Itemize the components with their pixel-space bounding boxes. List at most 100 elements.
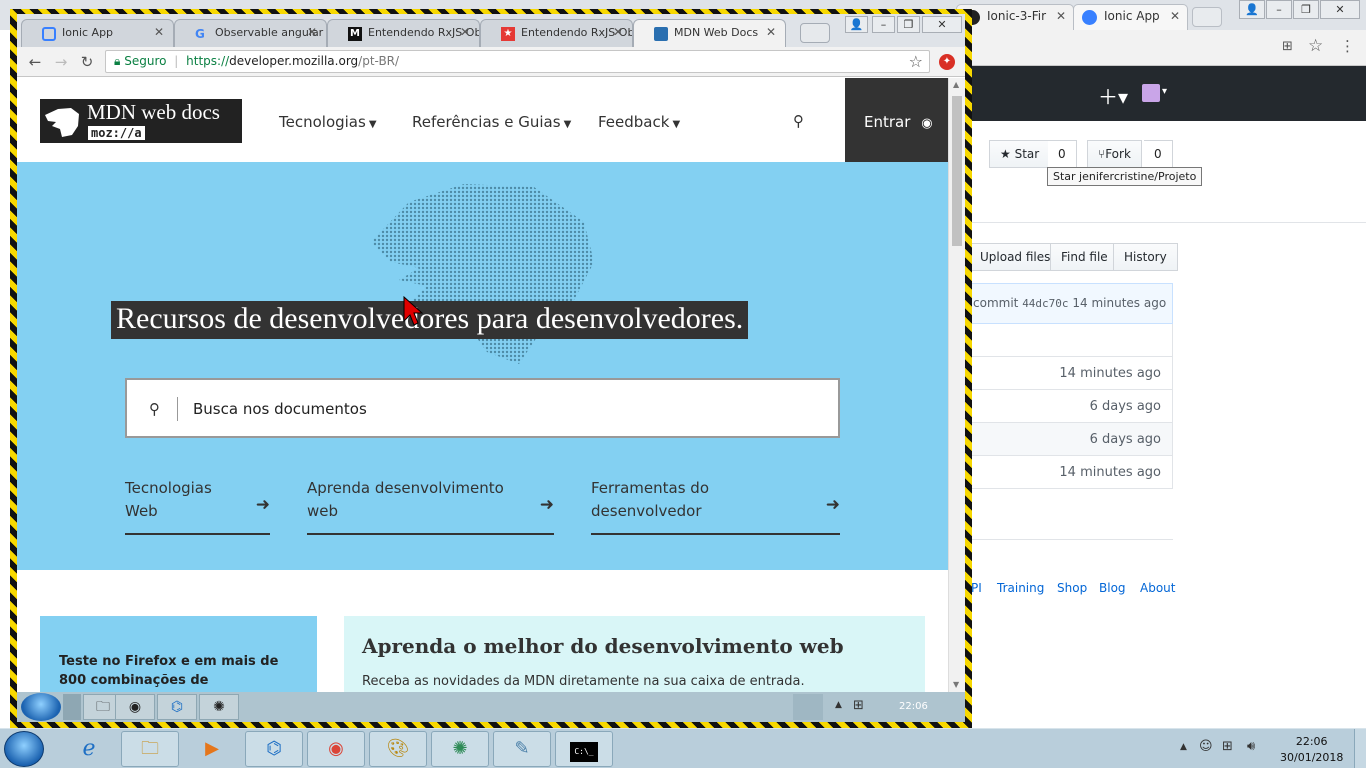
forward-icon[interactable]: → — [51, 52, 71, 72]
tray-expand-icon[interactable]: ▲ — [1180, 742, 1187, 752]
bookmark-star-icon[interactable]: ☆ — [1308, 36, 1323, 56]
tray-app-icon[interactable]: ☺ — [1199, 739, 1213, 754]
start-button[interactable] — [4, 731, 44, 767]
address-bar[interactable]: 🔒︎ Seguro | https://developer.mozilla.or… — [105, 50, 930, 73]
system-clock[interactable]: 22:06 30/01/2018 — [1280, 734, 1343, 766]
minimize-button[interactable]: – — [1266, 0, 1292, 19]
avatar[interactable] — [1142, 84, 1160, 102]
background-tab[interactable]: Ionic-3-Fir ✕ — [956, 4, 1074, 30]
translate-icon[interactable]: ⊞ — [1282, 39, 1293, 54]
profile-icon[interactable]: 👤 — [845, 16, 868, 33]
reload-icon[interactable]: ↻ — [77, 52, 97, 72]
fork-label: Fork — [1105, 147, 1131, 161]
close-icon[interactable]: ✕ — [460, 25, 470, 39]
media-player-icon[interactable]: ▶ — [183, 731, 241, 767]
secure-label: Seguro — [124, 54, 167, 68]
back-icon[interactable]: ← — [25, 52, 45, 72]
star-count[interactable]: 0 — [1048, 140, 1077, 168]
menu-icon[interactable]: ⋮ — [1340, 37, 1355, 55]
notepad-icon[interactable]: ✎ — [493, 731, 551, 767]
nav-referencias-guias[interactable]: Referências e Guias ▼ — [412, 113, 571, 131]
fork-button[interactable]: ⑂Fork — [1087, 140, 1142, 168]
restore-button[interactable]: ❐ — [897, 16, 920, 33]
file-explorer-icon[interactable]: 🗀 — [121, 731, 179, 767]
paint-icon[interactable]: 🎨︎ — [369, 731, 427, 767]
network-icon[interactable]: ⊞ — [1222, 739, 1233, 754]
newsletter-title: Aprenda o melhor do desenvolvimento web — [362, 634, 844, 658]
vscode-icon[interactable]: ⌬ — [157, 694, 197, 720]
plus-icon[interactable]: ＋▾ — [1098, 81, 1128, 110]
volume-icon[interactable]: 🔊︎ — [1247, 739, 1255, 754]
page-scrollbar[interactable]: ▲ ▼ — [948, 78, 965, 692]
close-window-button[interactable]: ✕ — [922, 16, 962, 33]
close-icon[interactable]: ✕ — [1170, 9, 1180, 23]
close-icon[interactable]: ✕ — [1056, 9, 1066, 23]
inner-clock[interactable]: 22:06 — [899, 701, 928, 712]
history-button[interactable]: History — [1113, 243, 1178, 271]
chevron-down-icon[interactable]: ▾ — [1162, 86, 1167, 97]
loading-icon[interactable]: ✺ — [431, 731, 489, 767]
link-tecnologias-web[interactable]: Tecnologias Web ➜ — [125, 477, 270, 535]
loading-icon[interactable]: ✺ — [199, 694, 239, 720]
tray-expand-icon[interactable]: ▲ — [835, 700, 842, 710]
extension-icon[interactable]: ✦ — [939, 54, 955, 70]
network-icon[interactable]: ⊞ — [853, 698, 864, 713]
tooltip: Star jenifercristine/Projeto — [1047, 167, 1203, 186]
inner-start-button[interactable] — [21, 693, 61, 721]
github-header: ＋▾ ▾ — [970, 66, 1366, 121]
close-icon[interactable]: ✕ — [307, 25, 317, 39]
nav-tecnologias[interactable]: Tecnologias ▼ — [279, 113, 377, 131]
close-icon[interactable]: ✕ — [154, 25, 164, 39]
minimize-button[interactable]: – — [872, 16, 895, 33]
find-file-button[interactable]: Find file — [1050, 243, 1119, 271]
cmd-icon[interactable]: C:\_ — [555, 731, 613, 767]
newsletter-card: Aprenda o melhor do desenvolvimento web … — [344, 616, 925, 692]
vscode-icon[interactable]: ⌬ — [245, 731, 303, 767]
commit-hash[interactable]: 44dc70c — [1022, 297, 1068, 310]
close-icon[interactable]: ✕ — [766, 25, 776, 39]
link-aprenda-desenvolvimento[interactable]: Aprenda desenvolvimento web ➜ — [307, 477, 554, 535]
docs-search-input[interactable]: ⚲ Busca nos documentos — [125, 378, 840, 438]
ionic-icon — [42, 27, 56, 41]
footer-link-shop[interactable]: Shop — [1057, 581, 1087, 595]
upload-files-button[interactable]: Upload files — [970, 243, 1062, 271]
promo-card[interactable]: Teste no Firefox e em mais de 800 combin… — [40, 616, 317, 692]
fork-count[interactable]: 0 — [1144, 140, 1173, 168]
browser-toolbar: ← → ↻ 🔒︎ Seguro | https://developer.mozi… — [17, 47, 965, 77]
new-tab-button[interactable] — [1192, 7, 1222, 27]
tab-mdn-web-docs[interactable]: MDN Web Docs ✕ — [633, 19, 786, 47]
footer-link-api[interactable]: PI — [971, 581, 982, 595]
background-tab[interactable]: Ionic App ✕ — [1073, 4, 1188, 30]
chrome-icon[interactable]: ◉ — [307, 731, 365, 767]
profile-icon[interactable]: 👤 — [1239, 0, 1265, 19]
footer-link-training[interactable]: Training — [997, 581, 1044, 595]
nav-feedback[interactable]: Feedback ▼ — [598, 113, 680, 131]
close-icon[interactable]: ✕ — [613, 25, 623, 39]
chrome-icon[interactable]: ◉ — [115, 694, 155, 720]
show-desktop-button[interactable] — [1354, 729, 1366, 768]
tab-entendendo-rxjs-1[interactable]: M Entendendo RxJS Ob ✕ — [327, 19, 480, 47]
tab-ionic-app[interactable]: Ionic App ✕ — [21, 19, 174, 47]
tab-observable-angular[interactable]: G Observable angular ✕ — [174, 19, 327, 47]
footer-link-blog[interactable]: Blog — [1099, 581, 1126, 595]
github-icon: ◉ — [921, 116, 933, 131]
bookmark-star-icon[interactable]: ☆ — [909, 52, 923, 71]
mdn-header: MDN web docs moz://a Tecnologias ▼ Referê… — [17, 78, 948, 162]
scroll-down-icon[interactable]: ▼ — [953, 680, 959, 689]
search-icon[interactable]: ⚲ — [793, 112, 804, 130]
signin-button[interactable]: Entrar ◉ — [845, 78, 948, 162]
footer-link-about[interactable]: About — [1140, 581, 1175, 595]
restore-button[interactable]: ❐ — [1293, 0, 1319, 19]
url-path: /pt-BR/ — [358, 54, 400, 68]
scrollbar-thumb[interactable] — [952, 96, 962, 246]
internet-explorer-icon[interactable]: ℯ — [60, 731, 118, 767]
mdn-logo[interactable]: MDN web docs moz://a — [40, 99, 242, 143]
link-line: Aprenda desenvolvimento — [307, 479, 504, 497]
close-window-button[interactable]: ✕ — [1320, 0, 1360, 19]
star-button[interactable]: ★ Star — [989, 140, 1051, 168]
tab-entendendo-rxjs-2[interactable]: ★ Entendendo RxJS Ob ✕ — [480, 19, 633, 47]
scroll-up-icon[interactable]: ▲ — [953, 80, 959, 89]
new-tab-button[interactable] — [800, 23, 830, 43]
url-scheme: https:// — [186, 54, 230, 68]
link-ferramentas-desenvolvedor[interactable]: Ferramentas do desenvolvedor ➜ — [591, 477, 840, 535]
